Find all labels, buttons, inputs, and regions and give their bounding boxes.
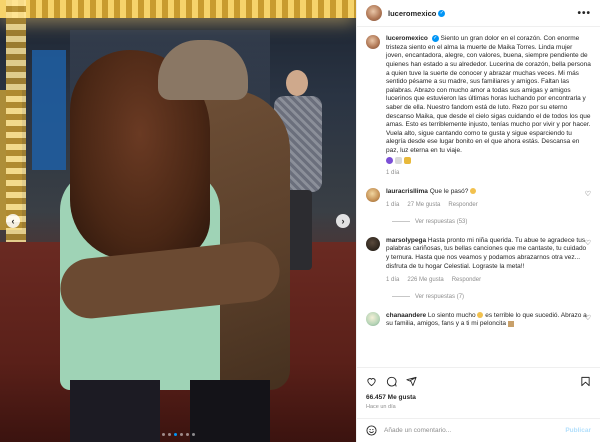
comment-input[interactable] bbox=[384, 427, 559, 434]
carousel-dot bbox=[179, 433, 183, 436]
carousel-dot bbox=[161, 433, 165, 436]
comments-list[interactable]: luceromexico ✓ Siento un gran dolor en e… bbox=[357, 27, 600, 367]
carousel-dot bbox=[167, 433, 171, 436]
view-replies-label: Ver respuestas (7) bbox=[415, 293, 465, 300]
comment-item: marsolypega Hasta pronto mi niña querida… bbox=[366, 236, 591, 285]
likes-count[interactable]: 66.457 Me gusta bbox=[366, 394, 591, 401]
author-username[interactable]: luceromexico bbox=[388, 9, 436, 18]
like-heart-icon[interactable] bbox=[366, 376, 377, 387]
add-comment-bar: Publicar bbox=[357, 418, 600, 442]
sad-emoji-icon bbox=[477, 311, 484, 318]
caption-time: 1 día bbox=[386, 169, 400, 176]
post-media[interactable]: ‹ › bbox=[0, 0, 356, 442]
marquee-lights bbox=[0, 0, 356, 18]
heart-icon[interactable]: ♡ bbox=[585, 314, 591, 322]
view-replies-button[interactable]: Ver respuestas (53) bbox=[392, 219, 591, 225]
view-replies-button[interactable]: Ver respuestas (7) bbox=[392, 294, 591, 300]
avatar[interactable] bbox=[366, 35, 380, 49]
comment-username[interactable]: marsolypega bbox=[386, 237, 426, 244]
comment-text: Que le pasó? bbox=[429, 187, 469, 195]
post-time[interactable]: Hace un día bbox=[366, 404, 591, 410]
avatar[interactable] bbox=[366, 311, 380, 326]
comment-likes[interactable]: 226 Me gusta bbox=[407, 276, 443, 285]
carousel-prev-button[interactable]: ‹ bbox=[6, 214, 20, 228]
caption-body: Siento un gran dolor en el corazón. Con … bbox=[386, 35, 591, 154]
marquee-lights bbox=[6, 0, 26, 250]
verified-badge-icon: ✓ bbox=[431, 35, 439, 42]
comment-username[interactable]: lauracrisllima bbox=[386, 188, 428, 195]
carousel-dot bbox=[173, 433, 177, 436]
carousel-dots bbox=[0, 433, 356, 436]
purple-heart-icon bbox=[386, 156, 393, 164]
sparkle-icon bbox=[404, 156, 411, 164]
dove-icon bbox=[395, 156, 402, 164]
comment-time: 1 día bbox=[386, 277, 400, 284]
publish-button[interactable]: Publicar bbox=[565, 427, 591, 434]
comment-text: Lo siento mucho bbox=[427, 311, 476, 319]
carousel-dot bbox=[185, 433, 189, 436]
share-icon[interactable] bbox=[406, 376, 417, 387]
heart-icon[interactable]: ♡ bbox=[585, 190, 591, 198]
more-options-icon[interactable]: ••• bbox=[577, 8, 591, 19]
verified-badge-icon: ✓ bbox=[438, 9, 446, 17]
hugging-people bbox=[40, 40, 310, 442]
grinning-emoji-icon bbox=[470, 187, 477, 194]
post-actions: 66.457 Me gusta Hace un día bbox=[357, 367, 600, 410]
reply-button[interactable]: Responder bbox=[452, 276, 481, 285]
avatar[interactable] bbox=[366, 236, 380, 251]
carousel-next-button[interactable]: › bbox=[336, 214, 350, 228]
post-panel: luceromexico ✓ ••• luceromexico ✓ Siento… bbox=[356, 0, 600, 442]
caption: luceromexico ✓ Siento un gran dolor en e… bbox=[366, 35, 591, 176]
comment-item: chanaandere Lo siento mucho es terrible … bbox=[366, 311, 591, 329]
instagram-post: ‹ › luceromexico ✓ ••• luceromexico ✓ Si… bbox=[0, 0, 600, 442]
comment-time: 1 día bbox=[386, 202, 400, 209]
post-header: luceromexico ✓ ••• bbox=[357, 0, 600, 27]
comment-username[interactable]: chanaandere bbox=[386, 312, 426, 319]
reply-button[interactable]: Responder bbox=[448, 201, 477, 210]
emoji-icon[interactable] bbox=[366, 425, 377, 436]
praying-hands-icon bbox=[507, 320, 514, 327]
bookmark-icon[interactable] bbox=[580, 376, 591, 387]
comment-item: lauracrisllima Que le pasó? 1 día 27 Me … bbox=[366, 187, 591, 210]
comment-likes[interactable]: 27 Me gusta bbox=[407, 201, 440, 210]
avatar[interactable] bbox=[366, 187, 380, 202]
caption-text: luceromexico ✓ Siento un gran dolor en e… bbox=[386, 35, 591, 156]
heart-icon[interactable]: ♡ bbox=[585, 239, 591, 247]
caption-emojis bbox=[386, 156, 591, 164]
caption-username[interactable]: luceromexico bbox=[386, 35, 428, 42]
carousel-dot bbox=[191, 433, 195, 436]
avatar[interactable] bbox=[366, 5, 382, 21]
comment-icon[interactable] bbox=[386, 376, 397, 387]
view-replies-label: Ver respuestas (53) bbox=[415, 218, 468, 225]
